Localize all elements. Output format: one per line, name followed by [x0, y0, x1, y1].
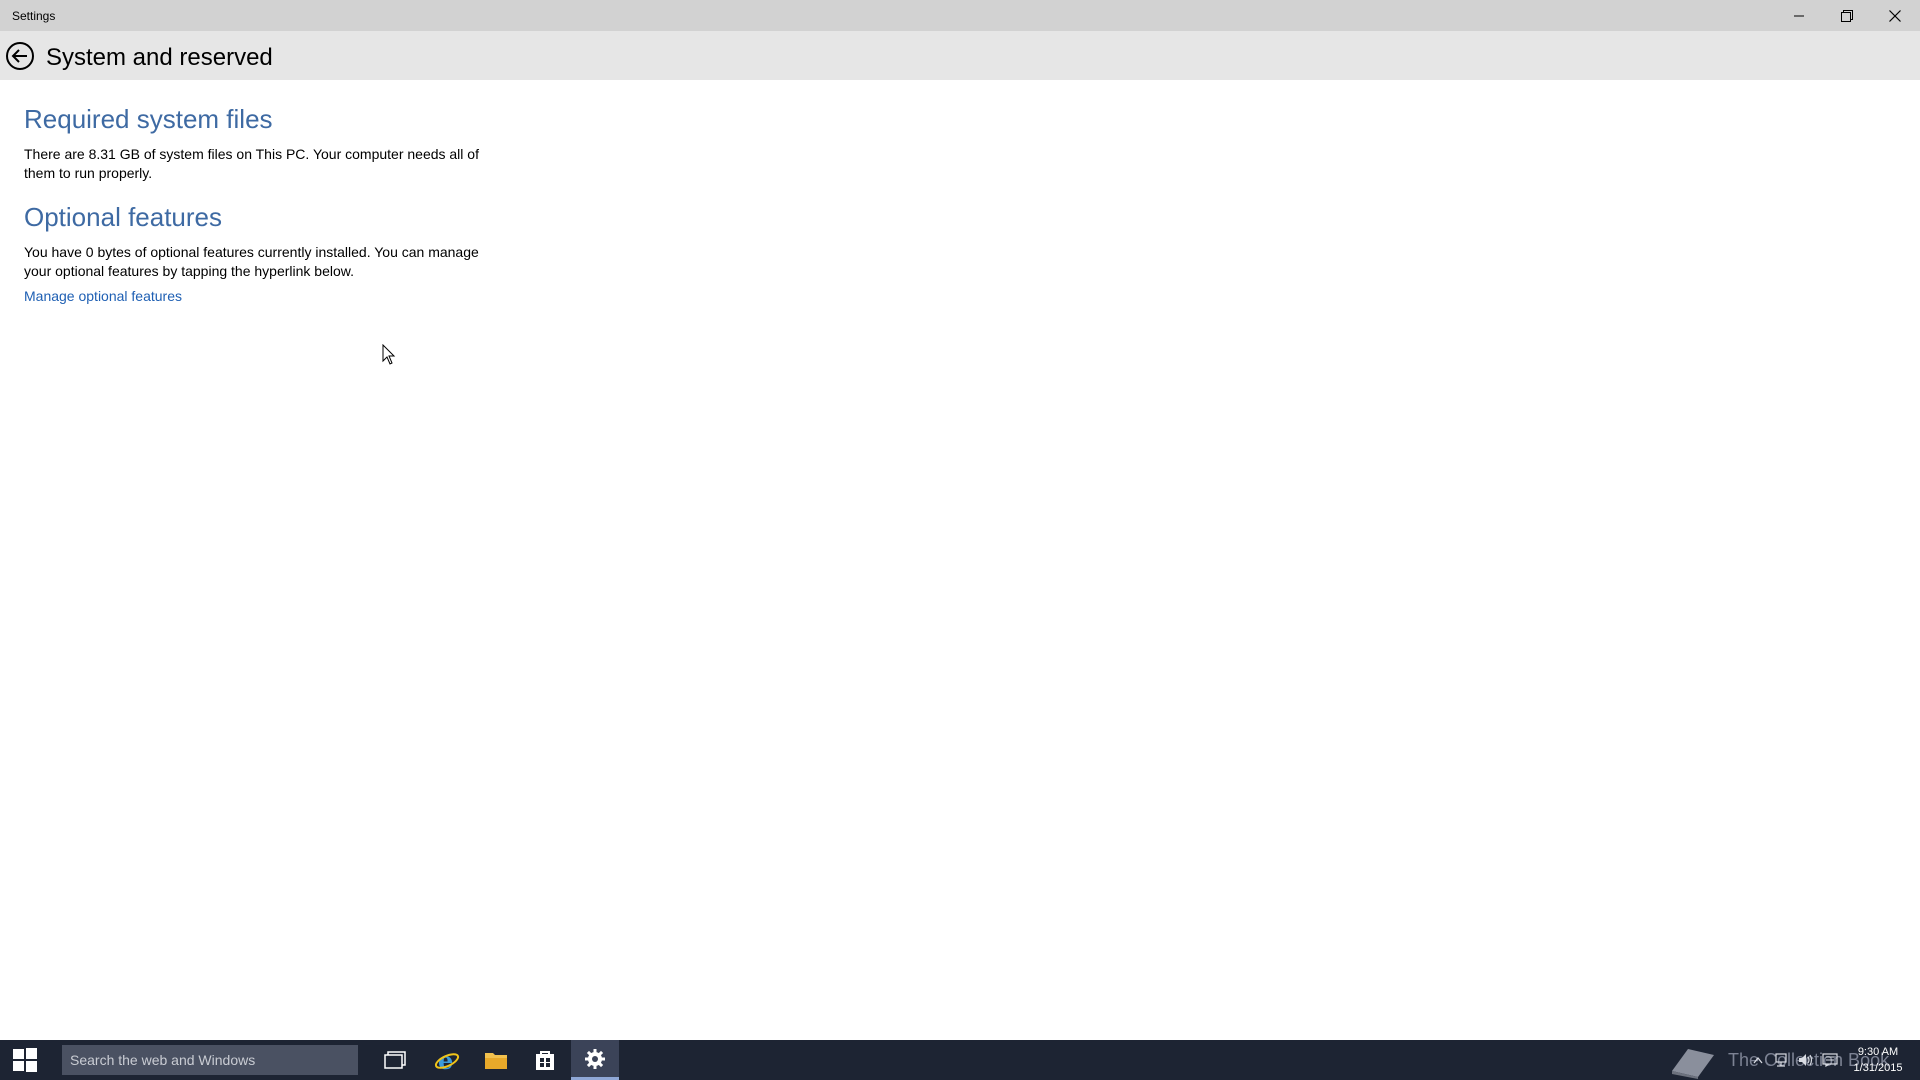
- chevron-up-icon: [1753, 1056, 1763, 1064]
- book-logo-icon: [1672, 1049, 1714, 1079]
- taskbar-clock[interactable]: 9:30 AM 1/31/2015: [1840, 1044, 1916, 1076]
- system-tray: [1746, 1040, 1842, 1080]
- back-button[interactable]: [4, 40, 36, 72]
- restore-button[interactable]: [1824, 0, 1870, 31]
- optional-features-heading: Optional features: [24, 202, 223, 232]
- optional-features-description: You have 0 bytes of optional features cu…: [24, 244, 479, 279]
- close-button[interactable]: [1872, 0, 1918, 31]
- speaker-icon: [1799, 1054, 1813, 1066]
- minimize-icon: [1794, 15, 1804, 16]
- window-title: Settings: [12, 9, 56, 23]
- task-view-button[interactable]: [371, 1040, 419, 1080]
- windows-logo-icon: [13, 1048, 37, 1072]
- window-titlebar: Settings: [0, 0, 1920, 31]
- back-arrow-icon: [6, 42, 34, 70]
- close-icon: [1889, 9, 1901, 22]
- network-button[interactable]: [1770, 1040, 1794, 1080]
- store-button[interactable]: [521, 1040, 569, 1080]
- required-files-heading: Required system files: [24, 104, 273, 134]
- required-files-description: There are 8.31 GB of system files on Thi…: [24, 146, 479, 181]
- taskbar-search-box[interactable]: Search the web and Windows: [62, 1045, 358, 1075]
- task-view-icon: [384, 1051, 406, 1069]
- page-title: System and reserved: [46, 44, 273, 71]
- network-icon: [1775, 1053, 1787, 1067]
- file-explorer-button[interactable]: [472, 1040, 520, 1080]
- manage-optional-features-link[interactable]: Manage optional features: [24, 288, 182, 304]
- internet-explorer-icon: e: [434, 1047, 460, 1073]
- folder-icon: [485, 1053, 507, 1069]
- volume-button[interactable]: [1794, 1040, 1818, 1080]
- gear-icon: [585, 1048, 605, 1069]
- page-header: System and reserved: [0, 31, 1920, 80]
- action-center-button[interactable]: [1818, 1040, 1842, 1080]
- settings-taskbar-button[interactable]: [571, 1040, 619, 1080]
- clock-date: 1/31/2015: [1853, 1062, 1903, 1074]
- restore-icon: [1841, 9, 1853, 22]
- internet-explorer-button[interactable]: e: [423, 1040, 471, 1080]
- taskbar: Search the web and Windows e The Collect…: [0, 1040, 1920, 1080]
- start-button[interactable]: [0, 1040, 50, 1080]
- content-area: Required system files There are 8.31 GB …: [24, 98, 504, 306]
- minimize-button[interactable]: [1776, 0, 1822, 31]
- clock-time: 9:30 AM: [1857, 1046, 1899, 1058]
- notification-icon: [1822, 1053, 1838, 1067]
- mouse-cursor: [382, 343, 396, 371]
- store-icon: [536, 1051, 554, 1070]
- show-hidden-icons-button[interactable]: [1746, 1040, 1770, 1080]
